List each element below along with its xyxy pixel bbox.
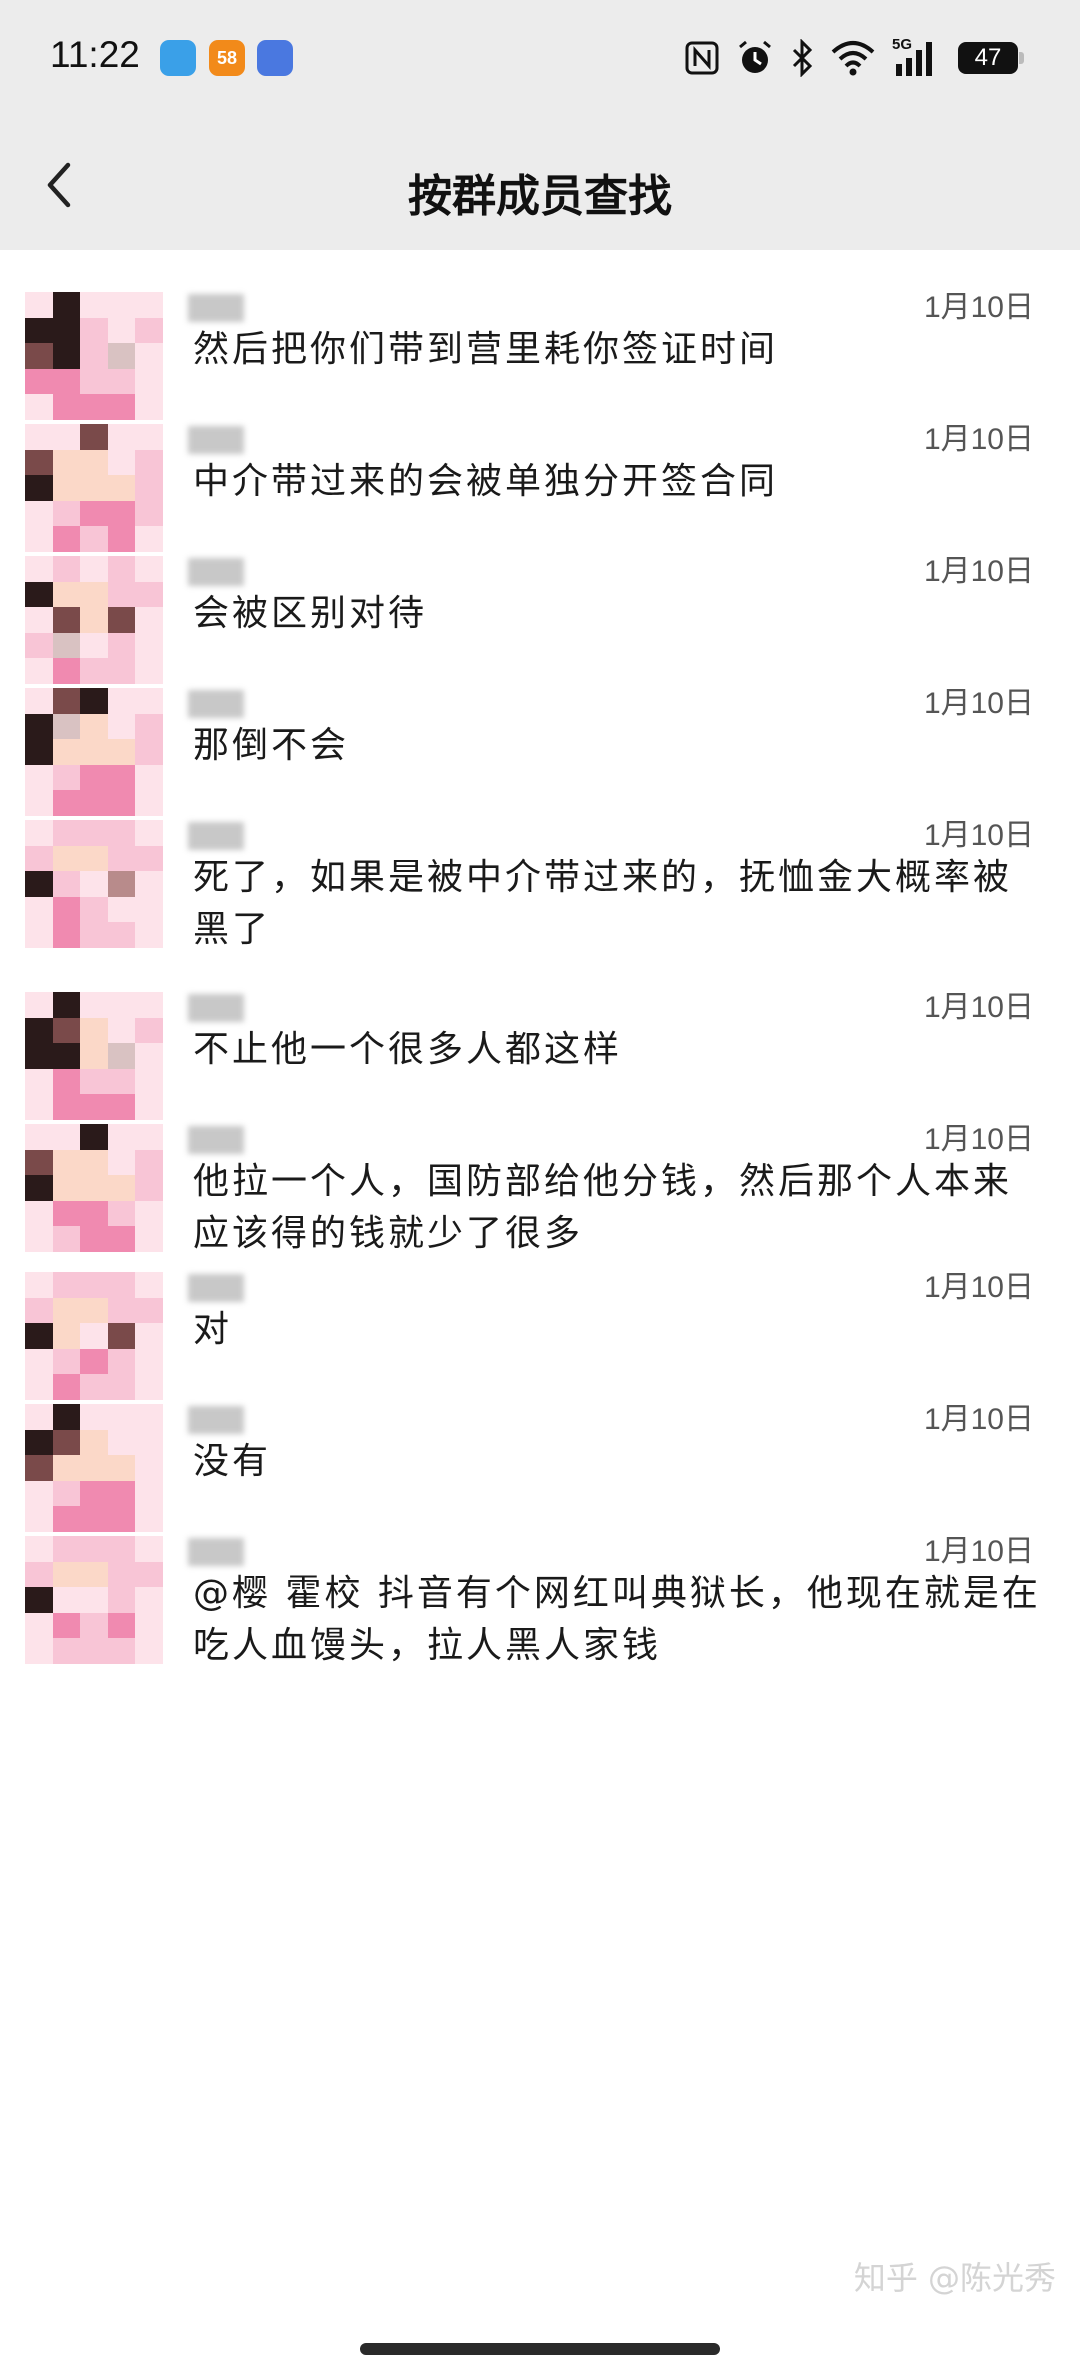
message-date: 1月10日 xyxy=(923,555,1034,588)
message-text: 死了，如果是被中介带过来的，抚恤金大概率被黑了 xyxy=(193,857,1013,950)
message-date: 1月10日 xyxy=(923,991,1034,1024)
message-date: 1月10日 xyxy=(923,423,1034,456)
sender-name-redacted xyxy=(188,994,244,1022)
alarm-icon xyxy=(739,40,771,73)
search-results-list[interactable]: 1月10日 然后把你们带到营里耗你签证时间 1月10日 中介带过来的会被单独分开签合同… xyxy=(0,250,1080,2320)
wifi-icon xyxy=(831,41,875,76)
home-indicator[interactable] xyxy=(360,2343,720,2355)
message-date: 1月10日 xyxy=(923,291,1034,324)
avatar[interactable] xyxy=(25,820,163,948)
sender-name-redacted xyxy=(188,690,244,718)
status-bar: 11:22 58 5G 47 xyxy=(0,0,1080,120)
sender-name-redacted xyxy=(188,558,244,586)
cloud-app-icon xyxy=(257,40,293,76)
status-time: 11:22 xyxy=(50,34,140,75)
list-item[interactable]: 1月10日死了，如果是被中介带过来的，抚恤金大概率被黑了 xyxy=(0,778,1080,978)
battery-icon: 47 xyxy=(958,42,1024,74)
header: 按群成员查找 xyxy=(0,120,1080,250)
sender-name-redacted xyxy=(188,1406,244,1434)
58-app-icon: 58 xyxy=(209,40,245,76)
bluetooth-icon xyxy=(792,39,813,77)
message-date: 1月10日 xyxy=(923,687,1034,720)
status-icons: 5G 47 xyxy=(684,36,1024,78)
message-date: 1月10日 xyxy=(923,1535,1034,1568)
message-text: 中介带过来的会被单独分开签合同 xyxy=(193,461,779,502)
message-date: 1月10日 xyxy=(923,819,1034,852)
list-item[interactable]: 1月10日 @樱 霍校 抖音有个网红叫典狱长，他现在就是在吃人血馒头，拉人黑人家钱 xyxy=(0,1494,1080,1694)
message-date: 1月10日 xyxy=(923,1271,1034,1304)
telegram-send-icon xyxy=(160,40,196,76)
sender-name-redacted xyxy=(188,426,244,454)
message-text: @樱 霍校 抖音有个网红叫典狱长，他现在就是在吃人血馒头，拉人黑人家钱 xyxy=(193,1573,1041,1666)
nfc-icon xyxy=(685,41,719,75)
sender-name-redacted xyxy=(188,1538,244,1566)
message-text: 对 xyxy=(193,1309,233,1350)
avatar[interactable] xyxy=(25,1536,163,1664)
sender-name-redacted xyxy=(188,294,244,322)
message-date: 1月10日 xyxy=(923,1123,1034,1156)
sender-name-redacted xyxy=(188,822,244,850)
sender-name-redacted xyxy=(188,1126,244,1154)
sender-name-redacted xyxy=(188,1274,244,1302)
message-text: 不止他一个很多人都这样 xyxy=(193,1029,623,1070)
message-text: 然后把你们带到营里耗你签证时间 xyxy=(193,329,779,370)
message-date: 1月10日 xyxy=(923,1403,1034,1436)
message-text: 那倒不会 xyxy=(193,725,350,766)
message-text: 没有 xyxy=(193,1441,272,1482)
message-text: 会被区别对待 xyxy=(193,593,428,634)
watermark: 知乎 @陈光秀 xyxy=(853,2259,1056,2297)
page-title: 按群成员查找 xyxy=(408,171,672,222)
signal-icon: 5G xyxy=(892,36,942,78)
